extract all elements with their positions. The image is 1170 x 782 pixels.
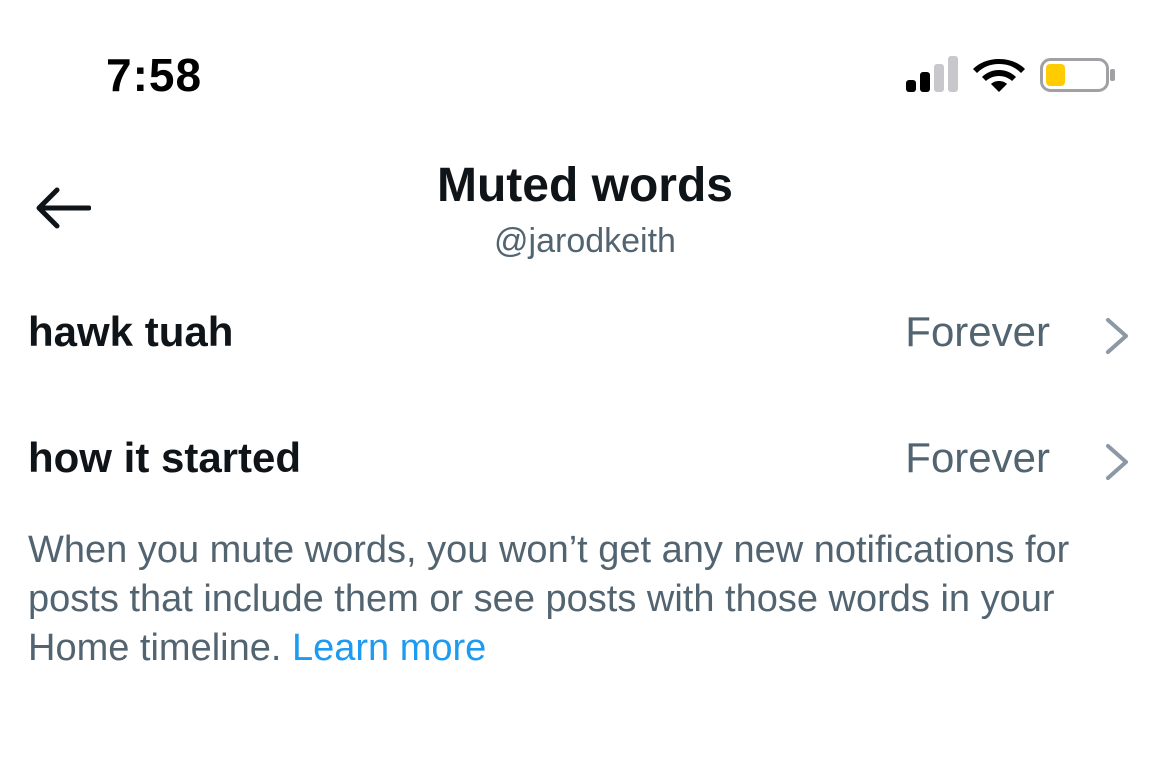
page-title: Muted words [437, 159, 733, 212]
mute-duration: Forever [905, 308, 1050, 355]
learn-more-link[interactable]: Learn more [292, 627, 486, 669]
cellular-signal-icon [906, 56, 958, 92]
muted-word-label: hawk tuah [28, 308, 234, 355]
info-text: When you mute words, you won’t get any n… [28, 529, 1070, 669]
mute-duration: Forever [905, 434, 1050, 481]
chevron-right-icon [1106, 318, 1128, 354]
muted-word-row[interactable]: hawk tuah Forever [0, 280, 1170, 390]
wifi-icon [973, 59, 1025, 92]
chevron-right-icon [1106, 444, 1128, 480]
status-bar: 7:58 [0, 0, 1170, 130]
battery-low-icon [1040, 58, 1115, 92]
account-handle: @jarodkeith [494, 222, 676, 260]
header: Muted words @jarodkeith [0, 140, 1170, 270]
muted-word-row[interactable]: how it started Forever [0, 406, 1170, 516]
status-time: 7:58 [106, 49, 203, 101]
muted-word-label: how it started [28, 434, 302, 481]
muted-words-info: When you mute words, you won’t get any n… [28, 526, 1148, 673]
